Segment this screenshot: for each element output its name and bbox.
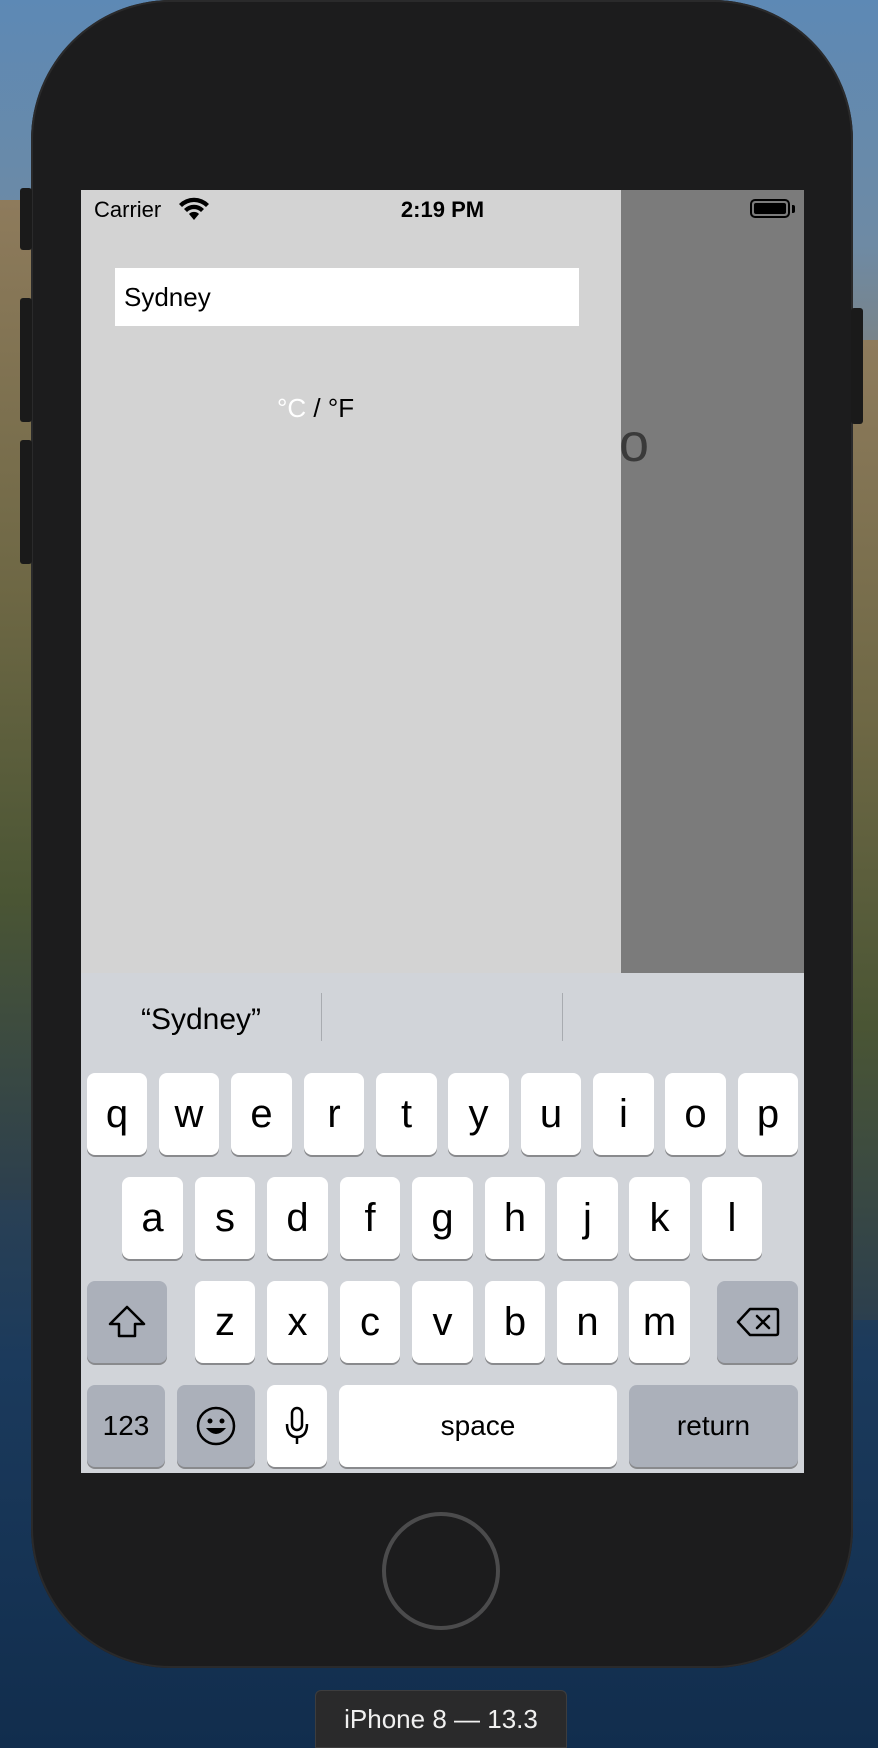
return-key[interactable]: return [629,1385,798,1467]
volume-down-button [20,440,32,564]
delete-key[interactable] [717,1281,798,1363]
key-x[interactable]: x [267,1281,328,1363]
status-bar: Carrier 2:19 PM [81,190,804,230]
key-j[interactable]: j [557,1177,618,1259]
key-t[interactable]: t [376,1073,437,1155]
unit-separator: / [306,393,328,423]
city-search-input[interactable] [115,268,579,326]
side-panel: o [621,190,804,973]
key-w[interactable]: w [159,1073,219,1155]
key-l[interactable]: l [702,1177,762,1259]
key-z[interactable]: z [195,1281,255,1363]
key-q[interactable]: q [87,1073,147,1155]
key-n[interactable]: n [557,1281,618,1363]
key-v[interactable]: v [412,1281,473,1363]
keyboard: “Sydney” q w e r t y u i o p a s d f g h… [81,973,804,1473]
volume-up-button [20,298,32,422]
backspace-icon [736,1307,779,1337]
key-b[interactable]: b [485,1281,545,1363]
key-r[interactable]: r [304,1073,364,1155]
key-c[interactable]: c [340,1281,400,1363]
emoji-icon [196,1406,236,1446]
key-m[interactable]: m [629,1281,690,1363]
mute-switch [20,188,32,250]
unit-fahrenheit[interactable]: °F [328,393,354,423]
device-label: iPhone 8 — 13.3 [315,1690,567,1748]
key-u[interactable]: u [521,1073,581,1155]
unit-celsius[interactable]: °C [277,393,306,423]
predictive-bar: “Sydney” [81,973,804,1069]
key-h[interactable]: h [485,1177,545,1259]
battery-icon [750,199,790,218]
suggestion-1[interactable]: “Sydney” [81,1003,321,1037]
numbers-key[interactable]: 123 [87,1385,165,1467]
partial-text: o [621,413,650,473]
key-e[interactable]: e [231,1073,292,1155]
key-a[interactable]: a [122,1177,183,1259]
key-s[interactable]: s [195,1177,255,1259]
app-screen: o Carrier 2:19 PM °C / °F “Sydney” q w e… [81,190,804,1473]
shift-key[interactable] [87,1281,167,1363]
emoji-key[interactable] [177,1385,255,1467]
microphone-icon [285,1406,309,1444]
key-p[interactable]: p [738,1073,798,1155]
dictation-key[interactable] [267,1385,327,1467]
key-d[interactable]: d [267,1177,328,1259]
key-y[interactable]: y [448,1073,509,1155]
key-o[interactable]: o [665,1073,726,1155]
space-key[interactable]: space [339,1385,617,1467]
key-g[interactable]: g [412,1177,473,1259]
key-k[interactable]: k [629,1177,690,1259]
power-button [851,308,863,424]
shift-icon [108,1305,146,1338]
home-button[interactable] [382,1512,500,1630]
unit-toggle[interactable]: °C / °F [277,393,354,424]
status-time: 2:19 PM [400,197,485,222]
key-f[interactable]: f [340,1177,400,1259]
key-i[interactable]: i [593,1073,654,1155]
